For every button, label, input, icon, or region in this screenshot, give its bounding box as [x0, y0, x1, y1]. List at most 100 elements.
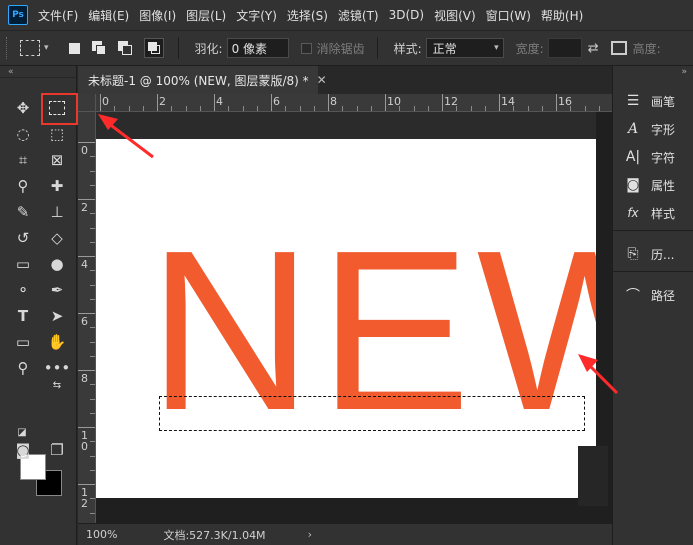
- ruler-tick: [142, 106, 144, 111]
- hand-tool-icon[interactable]: ✋: [45, 330, 69, 354]
- chevron-down-icon: ▾: [494, 43, 499, 53]
- menu-window[interactable]: 窗口(W): [486, 7, 531, 24]
- document-tab[interactable]: 未标题-1 @ 100% (NEW, 图层蒙版/8) * ✕: [78, 66, 327, 94]
- canvas[interactable]: NEW: [96, 139, 596, 498]
- ruler-tick: [570, 106, 572, 111]
- ruler-tick: [285, 106, 287, 111]
- eraser-tool-icon[interactable]: ◇: [45, 226, 69, 250]
- crop-tool-icon[interactable]: ⌗: [11, 148, 35, 172]
- panel-glyphs[interactable]: A 字形: [613, 116, 693, 142]
- healing-brush-tool-icon[interactable]: ✚: [45, 174, 69, 198]
- zoom-level[interactable]: 100%: [86, 528, 117, 541]
- menu-type[interactable]: 文字(Y): [236, 7, 277, 24]
- rectangular-selection[interactable]: [159, 396, 585, 431]
- ruler-origin[interactable]: [78, 94, 96, 112]
- ruler-tick: [385, 94, 386, 111]
- ruler-tick: [90, 298, 95, 300]
- eyedropper-tool-icon[interactable]: ⚲: [11, 174, 35, 198]
- ruler-tick: [185, 106, 187, 111]
- menu-filter[interactable]: 滤镜(T): [338, 7, 379, 24]
- document-tab-bar: 未标题-1 @ 100% (NEW, 图层蒙版/8) * ✕: [78, 66, 612, 94]
- vertical-ruler[interactable]: 0 2 4 6 8 10 12: [78, 112, 96, 523]
- intersect-selection-icon[interactable]: [143, 38, 164, 58]
- ruler-tick: [90, 170, 95, 172]
- panel-styles[interactable]: fx 样式: [613, 200, 693, 226]
- ruler-tick: [442, 94, 443, 111]
- blur-tool-icon[interactable]: ●: [45, 252, 69, 276]
- width-input[interactable]: [547, 38, 582, 58]
- path-selection-tool-icon[interactable]: ➤: [45, 304, 69, 328]
- properties-icon: ◙: [626, 177, 640, 193]
- clone-stamp-tool-icon[interactable]: ⊥: [45, 200, 69, 224]
- ruler-tick: [128, 106, 130, 111]
- select-and-mask-icon[interactable]: [610, 41, 627, 55]
- object-selection-tool-icon[interactable]: ⬚: [45, 122, 69, 146]
- move-tool-icon[interactable]: ✥: [11, 96, 35, 120]
- type-tool-icon[interactable]: T: [11, 304, 35, 328]
- glyphs-icon: A: [627, 121, 639, 137]
- screen-mode-icon[interactable]: ❐: [45, 438, 69, 462]
- style-select[interactable]: 正常 ▾: [425, 38, 504, 58]
- ruler-tick: [328, 94, 329, 111]
- menu-image[interactable]: 图像(I): [139, 7, 176, 24]
- pasteboard-top: [96, 112, 596, 139]
- quick-mask-icon[interactable]: ◙: [11, 438, 35, 462]
- panel-character[interactable]: A| 字符: [613, 144, 693, 170]
- tool-preset-marquee-icon[interactable]: [20, 40, 40, 56]
- ruler-label: 2: [81, 201, 88, 214]
- divider: [613, 271, 693, 272]
- style-label: 样式:: [393, 41, 422, 56]
- antialias-checkbox[interactable]: [300, 42, 312, 54]
- frame-tool-icon[interactable]: ⊠: [45, 148, 69, 172]
- chevron-down-icon[interactable]: ▾: [44, 43, 49, 53]
- menu-file[interactable]: 文件(F): [38, 7, 78, 24]
- brush-tool-icon[interactable]: ✎: [11, 200, 35, 224]
- ruler-tick: [413, 106, 415, 111]
- close-icon[interactable]: ✕: [317, 73, 327, 87]
- panel-label: 字形: [651, 122, 676, 137]
- panel-paths[interactable]: ⌒ 路径: [613, 282, 693, 308]
- gradient-tool-icon[interactable]: ▭: [11, 252, 35, 276]
- subtract-from-selection-icon[interactable]: [117, 41, 132, 55]
- horizontal-ruler[interactable]: 0 2 4 6 8 10 12 14 16: [96, 94, 612, 112]
- ruler-tick: [90, 455, 95, 457]
- panel-history[interactable]: ⎘ 历...: [613, 241, 693, 267]
- panel-properties[interactable]: ◙ 属性: [613, 172, 693, 198]
- collapse-panel-icon[interactable]: «: [0, 66, 76, 78]
- add-to-selection-icon[interactable]: [91, 41, 106, 55]
- ruler-label: 6: [81, 315, 88, 328]
- divider: [613, 230, 693, 231]
- default-colors-icon[interactable]: ◪: [16, 426, 28, 438]
- new-selection-icon[interactable]: [68, 42, 80, 54]
- menu-view[interactable]: 视图(V): [434, 7, 476, 24]
- ruler-tick: [171, 106, 173, 111]
- swap-width-height-icon[interactable]: ⇄: [588, 41, 599, 56]
- panel-brush-settings[interactable]: ☰ 画笔: [613, 88, 693, 114]
- history-icon: ⎘: [627, 246, 639, 262]
- ruler-tick: [114, 106, 116, 111]
- history-brush-tool-icon[interactable]: ↺: [11, 226, 35, 250]
- chevron-right-icon[interactable]: ›: [308, 528, 312, 541]
- ruler-tick: [228, 106, 230, 111]
- expand-panels-icon[interactable]: »: [613, 66, 693, 78]
- pasteboard-edge: [578, 446, 608, 506]
- ruler-tick: [214, 94, 215, 111]
- lasso-tool-icon[interactable]: ◌: [11, 122, 35, 146]
- options-bar-grip[interactable]: [6, 37, 10, 59]
- menu-select[interactable]: 选择(S): [287, 7, 328, 24]
- dodge-tool-icon[interactable]: ⚬: [11, 278, 35, 302]
- swap-colors-icon[interactable]: ⇆: [50, 378, 64, 392]
- feather-input[interactable]: 0 像素: [226, 38, 289, 58]
- panels-dock: » ☰ 画笔 A 字形 A| 字符 ◙ 属性 fx 样式 ⎘ 历... ⌒ 路径: [612, 66, 693, 545]
- ruler-tick: [199, 106, 201, 111]
- ruler-tick: [90, 284, 95, 286]
- menu-layer[interactable]: 图层(L): [186, 7, 226, 24]
- more-tools-icon[interactable]: •••: [44, 356, 71, 380]
- photoshop-logo: Ps: [8, 5, 28, 25]
- pen-tool-icon[interactable]: ✒: [45, 278, 69, 302]
- menu-3d[interactable]: 3D(D): [389, 8, 424, 22]
- menu-help[interactable]: 帮助(H): [541, 7, 583, 24]
- rectangle-tool-icon[interactable]: ▭: [11, 330, 35, 354]
- menu-edit[interactable]: 编辑(E): [88, 7, 129, 24]
- zoom-tool-icon[interactable]: ⚲: [11, 356, 35, 380]
